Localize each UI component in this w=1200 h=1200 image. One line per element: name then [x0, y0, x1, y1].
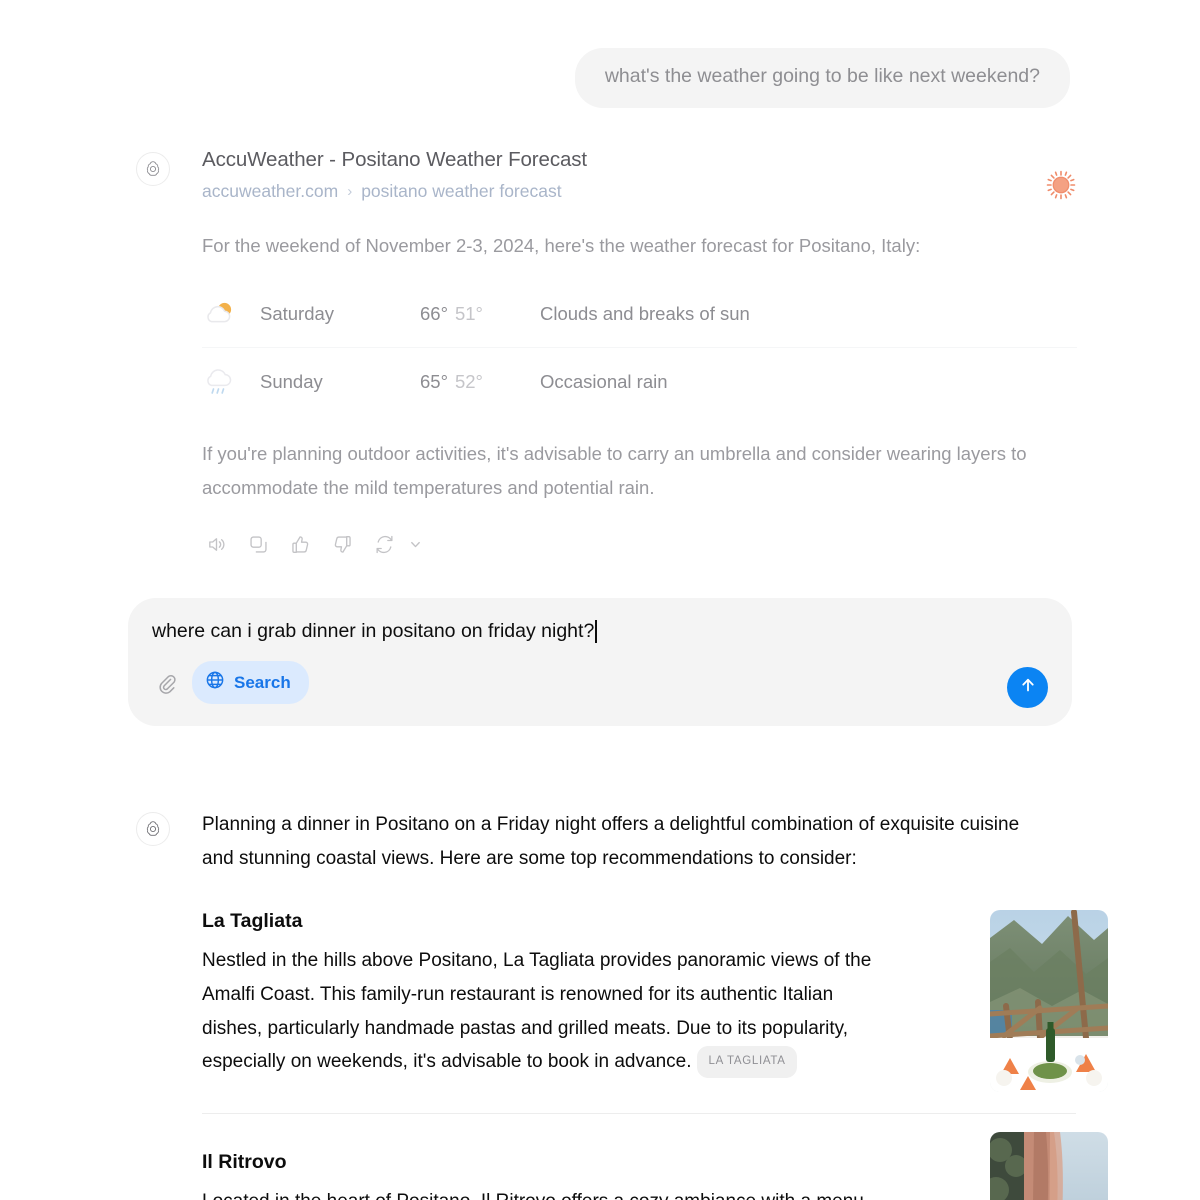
copy-icon[interactable]	[244, 531, 272, 559]
breadcrumb-domain[interactable]: accuweather.com	[202, 181, 338, 202]
assistant-message-weather: AccuWeather - Positano Weather Forecast …	[136, 148, 1077, 559]
dinner-answer-body: Planning a dinner in Positano on a Frida…	[202, 808, 1108, 1200]
cloud-rain-icon	[202, 365, 260, 399]
speaker-icon[interactable]	[202, 531, 230, 559]
dinner-lead-paragraph: Planning a dinner in Positano on a Frida…	[202, 814, 1020, 869]
composer-text-row: where can i grab dinner in positano on f…	[152, 620, 1048, 644]
regenerate-icon[interactable]	[370, 531, 398, 559]
citation-chip[interactable]: LA TAGLIATA	[697, 1046, 797, 1078]
forecast-day: Sunday	[260, 370, 323, 392]
restaurant-description: Located in the heart of Positano, Il Rit…	[202, 1185, 886, 1200]
recommendation-item: Il Ritrovo Located in the heart of Posit…	[202, 1113, 1108, 1200]
thumbs-down-icon[interactable]	[328, 531, 356, 559]
weather-card-body: AccuWeather - Positano Weather Forecast …	[202, 148, 1077, 559]
paperclip-icon[interactable]	[152, 669, 180, 697]
forecast-day: Saturday	[260, 303, 335, 325]
openai-logo-icon	[136, 812, 170, 846]
cloud-sun-icon	[202, 299, 260, 329]
chevron-down-icon[interactable]	[406, 532, 424, 558]
restaurant-thumbnail[interactable]	[990, 910, 1108, 1092]
breadcrumb-page[interactable]: positano weather forecast	[361, 181, 561, 202]
message-action-toolbar	[202, 531, 1076, 559]
user-message-bubble: what's the weather going to be like next…	[574, 48, 1070, 108]
search-tool-button[interactable]: Search	[192, 661, 309, 704]
forecast-high: 65°	[420, 370, 448, 392]
arrow-up-icon	[1018, 675, 1038, 700]
forecast-description: Clouds and breaks of sun	[540, 303, 750, 325]
forecast-low: 52°	[454, 370, 483, 392]
composer-input[interactable]: where can i grab dinner in positano on f…	[152, 620, 594, 643]
restaurant-thumbnail[interactable]	[990, 1132, 1108, 1200]
forecast-temps: 66° 51°	[420, 303, 540, 325]
chatgpt-conversation-page: what's the weather going to be like next…	[0, 0, 1200, 1200]
restaurant-description: Nestled in the hills above Positano, La …	[202, 944, 886, 1079]
text-cursor	[595, 620, 597, 644]
openai-logo-icon	[136, 152, 170, 186]
sun-icon	[1046, 170, 1076, 200]
restaurant-name: La Tagliata	[202, 910, 303, 932]
weather-intro: For the weekend of November 2-3, 2024, h…	[202, 234, 921, 256]
forecast-description: Occasional rain	[540, 370, 668, 392]
breadcrumb: accuweather.com › positano weather forec…	[202, 181, 1076, 202]
thumbs-up-icon[interactable]	[286, 531, 314, 559]
breadcrumb-separator-icon: ›	[347, 182, 353, 200]
composer-toolbar: Search	[152, 661, 1048, 708]
user-message-row: what's the weather going to be like next…	[0, 48, 1200, 108]
globe-icon	[205, 670, 225, 695]
search-tool-label: Search	[234, 672, 291, 692]
forecast-low: 51°	[454, 303, 483, 325]
table-row: Saturday 66° 51° Clouds and breaks of sun	[202, 281, 1077, 349]
message-composer[interactable]: where can i grab dinner in positano on f…	[128, 598, 1072, 726]
source-title: AccuWeather - Positano Weather Forecast	[202, 148, 588, 171]
forecast-temps: 65° 52°	[420, 371, 540, 393]
recommendation-item: La Tagliata Nestled in the hills above P…	[202, 910, 1108, 1092]
forecast-high: 66°	[420, 303, 448, 325]
send-button[interactable]	[1007, 667, 1048, 708]
assistant-message-dinner: Planning a dinner in Positano on a Frida…	[136, 808, 1108, 1200]
restaurant-name: Il Ritrovo	[202, 1151, 287, 1174]
weather-forecast-table: Saturday 66° 51° Clouds and breaks of sun	[202, 281, 1077, 415]
weather-outro: If you're planning outdoor activities, i…	[202, 443, 1027, 498]
table-row: Sunday 65° 52° Occasional rain	[202, 348, 1077, 415]
